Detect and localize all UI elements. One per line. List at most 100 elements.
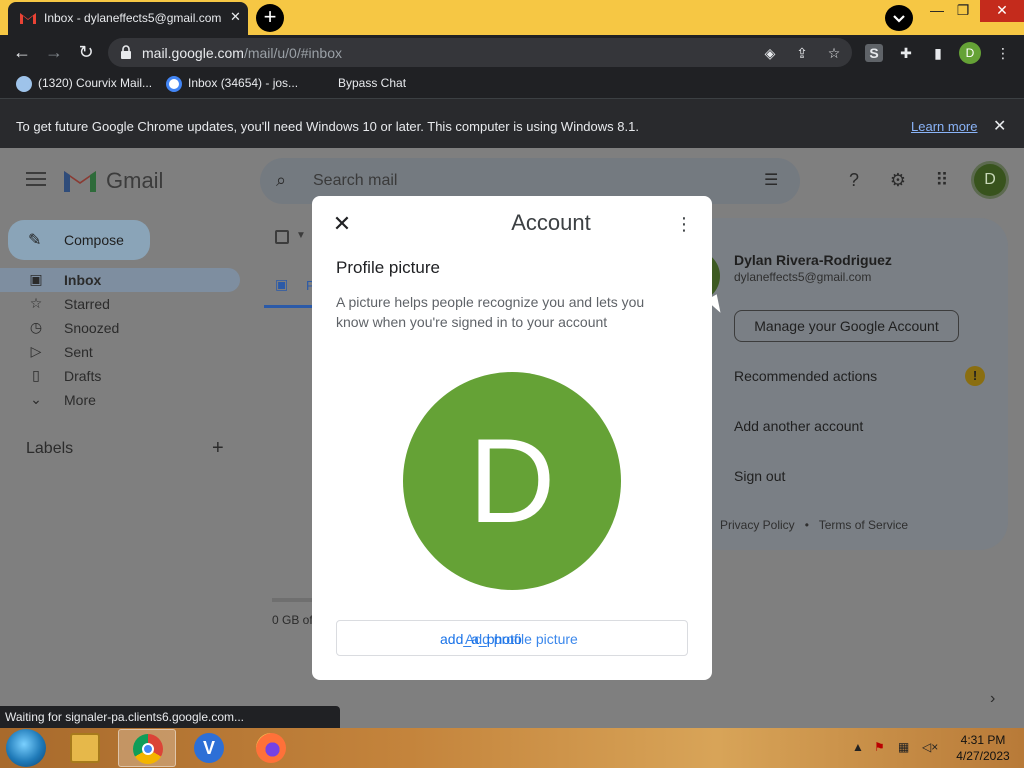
action-center-flag-icon[interactable]: ⚑ xyxy=(874,740,885,754)
gmail-logo-icon xyxy=(64,171,96,192)
add-account-link[interactable]: Add another account xyxy=(734,418,863,434)
browser-toolbar: ← → ↻ mail.google.com/mail/u/0/#inbox ◈ … xyxy=(0,35,1024,70)
chevron-down-icon: ⌄ xyxy=(30,391,42,407)
more-options-icon[interactable]: ⋮ xyxy=(674,212,694,236)
dialog-title: Account xyxy=(511,210,591,235)
warning-icon: ! xyxy=(965,366,985,386)
tab-search-button[interactable] xyxy=(885,5,913,31)
status-bubble: Waiting for signaler-pa.clients6.google.… xyxy=(0,706,340,728)
storage-text: 0 GB of xyxy=(272,613,313,627)
sidebar-item-inbox[interactable]: ▣ Inbox xyxy=(0,268,240,292)
courvix-favicon-icon xyxy=(16,76,32,92)
sidebar-item-sent[interactable]: ▷ Sent xyxy=(0,340,240,364)
reload-button[interactable]: ↻ xyxy=(75,42,97,64)
send-icon: ▷ xyxy=(30,343,42,359)
compose-label: Compose xyxy=(64,232,124,248)
account-name: Dylan Rivera-Rodriguez xyxy=(734,252,892,268)
inbox-icon: ▣ xyxy=(29,271,43,287)
back-button[interactable]: ← xyxy=(11,42,33,64)
forward-button[interactable]: → xyxy=(43,42,65,64)
select-menu-caret-icon[interactable]: ▼ xyxy=(296,230,306,241)
help-icon[interactable]: ? xyxy=(842,168,866,192)
settings-gear-icon[interactable]: ⚙ xyxy=(886,168,910,192)
manage-account-button[interactable]: Manage your Google Account xyxy=(734,310,959,342)
bookmarks-bar: (1320) Courvix Mail... Inbox (34654) - j… xyxy=(0,70,1024,98)
network-icon[interactable]: ▦ xyxy=(898,740,909,754)
chevron-down-icon xyxy=(893,15,905,23)
google-favicon-icon xyxy=(166,76,182,92)
sign-out-link[interactable]: Sign out xyxy=(734,468,785,484)
taskbar-file-explorer[interactable] xyxy=(56,729,114,767)
bookmark-bypass-chat[interactable]: Bypass Chat xyxy=(338,76,406,90)
tab-close-icon[interactable]: ✕ xyxy=(230,9,241,25)
main-menu-icon[interactable] xyxy=(26,172,46,186)
window-minimize-button[interactable]: — xyxy=(924,0,950,22)
show-hidden-icons-icon[interactable]: ▲ xyxy=(852,740,864,754)
infobar-close-icon[interactable]: ✕ xyxy=(993,116,1006,136)
taskbar-firefox[interactable] xyxy=(242,729,300,767)
recommended-actions-link[interactable]: Recommended actions xyxy=(734,368,877,384)
account-email: dylaneffects5@gmail.com xyxy=(734,270,872,284)
bookmark-courvix[interactable]: (1320) Courvix Mail... xyxy=(16,76,152,92)
chrome-profile-avatar[interactable]: D xyxy=(959,42,981,64)
infobar-message: To get future Google Chrome updates, you… xyxy=(16,119,639,134)
sidebar-item-drafts[interactable]: ▯ Drafts xyxy=(0,364,240,388)
account-popup: Dylan Rivera-Rodriguez dylaneffects5@gma… xyxy=(690,218,1008,550)
learn-more-link[interactable]: Learn more xyxy=(911,119,977,134)
add-profile-picture-label: Add profile picture xyxy=(465,631,578,647)
firefox-icon xyxy=(256,733,286,763)
gmail-wordmark: Gmail xyxy=(106,168,164,193)
primary-tab-icon[interactable]: ▣ xyxy=(275,276,288,293)
windows-taskbar: V ▲ ⚑ ▦ ◁× 4:31 PM 4/27/2023 xyxy=(0,728,1024,768)
chrome-icon xyxy=(133,734,163,764)
compose-button[interactable]: ✎ Compose xyxy=(8,220,150,260)
add-profile-picture-button[interactable]: add_a_photo Add profile picture xyxy=(336,620,688,656)
sidebar-item-snoozed[interactable]: ◷ Snoozed xyxy=(0,316,240,340)
taskbar-vpn[interactable]: V xyxy=(180,729,238,767)
profile-avatar[interactable]: D xyxy=(403,372,621,590)
privacy-policy-link[interactable]: Privacy Policy xyxy=(720,518,795,532)
section-heading: Profile picture xyxy=(336,258,440,277)
tab-active-indicator xyxy=(264,305,314,308)
terms-of-service-link[interactable]: Terms of Service xyxy=(819,518,908,532)
select-all-checkbox[interactable] xyxy=(275,230,289,244)
gmail-favicon-icon xyxy=(20,13,36,24)
pencil-icon: ✎ xyxy=(28,232,42,249)
clock-date: 4/27/2023 xyxy=(956,749,1010,763)
window-restore-button[interactable]: ❐ xyxy=(950,0,976,22)
gmail-account-avatar[interactable]: D xyxy=(974,164,1006,196)
bookmark-inbox[interactable]: Inbox (34654) - jos... xyxy=(166,76,298,92)
vpn-icon: V xyxy=(194,733,224,763)
sidebar-item-more[interactable]: ⌄ More xyxy=(0,388,240,412)
window-close-button[interactable]: ✕ xyxy=(980,0,1024,22)
footer-separator: • xyxy=(804,518,809,532)
search-icon[interactable]: ⌕ xyxy=(276,170,286,191)
side-panel-icon[interactable]: ▮ xyxy=(929,44,947,62)
bookmark-star-icon[interactable]: ☆ xyxy=(826,45,842,61)
draft-icon: ▯ xyxy=(32,367,40,383)
add-label-icon[interactable]: + xyxy=(212,437,224,460)
google-lens-icon[interactable]: ◈ xyxy=(762,45,778,61)
profile-picture-dialog: ✕ Account ⋮ Profile picture A picture he… xyxy=(312,196,712,680)
extensions-puzzle-icon[interactable]: ✚ xyxy=(897,44,915,62)
account-footer: Privacy Policy • Terms of Service xyxy=(720,518,908,532)
star-icon: ☆ xyxy=(29,295,43,311)
url-text: mail.google.com/mail/u/0/#inbox xyxy=(142,45,342,61)
apps-grid-icon[interactable]: ⠿ xyxy=(930,168,954,192)
address-bar[interactable]: mail.google.com/mail/u/0/#inbox ◈ ⇪ ☆ xyxy=(108,38,852,67)
browser-tab-strip: Inbox - dylaneffects5@gmail.com ✕ + — ❐ … xyxy=(0,0,1024,35)
volume-muted-icon[interactable]: ◁× xyxy=(922,740,938,754)
extension-s-icon[interactable]: S xyxy=(865,44,883,62)
sidebar-item-starred[interactable]: ☆ Starred xyxy=(0,292,240,316)
chrome-menu-icon[interactable]: ⋮ xyxy=(994,44,1012,62)
system-clock[interactable]: 4:31 PM 4/27/2023 xyxy=(950,732,1016,764)
taskbar-chrome[interactable] xyxy=(118,729,176,767)
browser-tab-active[interactable]: Inbox - dylaneffects5@gmail.com ✕ xyxy=(8,2,248,35)
start-button[interactable] xyxy=(6,729,46,767)
update-infobar: To get future Google Chrome updates, you… xyxy=(0,98,1024,148)
search-input[interactable]: Search mail xyxy=(313,172,397,190)
share-icon[interactable]: ⇪ xyxy=(794,45,810,61)
chevron-right-icon[interactable]: › xyxy=(990,690,995,708)
search-options-icon[interactable]: ☰ xyxy=(764,170,778,190)
new-tab-button[interactable]: + xyxy=(256,4,284,32)
